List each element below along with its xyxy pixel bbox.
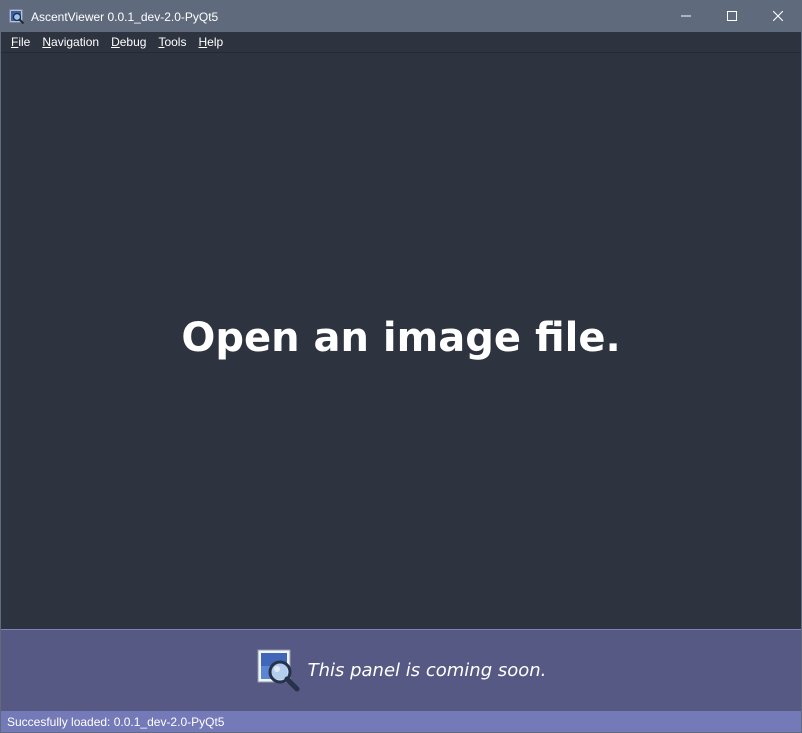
minimize-button[interactable] <box>663 1 709 32</box>
status-bar: Succesfully loaded: 0.0.1_dev-2.0-PyQt5 <box>1 711 801 732</box>
status-message: Succesfully loaded: 0.0.1_dev-2.0-PyQt5 <box>7 714 225 729</box>
menu-help-label: elp <box>207 35 224 49</box>
menu-file[interactable]: File <box>1 32 36 52</box>
maximize-icon <box>727 8 737 26</box>
window-controls <box>663 1 801 32</box>
menu-debug-mnemonic: D <box>111 35 120 49</box>
menu-bar: File Navigation Debug Tools Help <box>1 32 801 53</box>
image-viewer-icon <box>256 648 300 692</box>
close-button[interactable] <box>755 1 801 32</box>
menu-navigation-label: avigation <box>51 35 100 49</box>
minimize-icon <box>681 8 691 26</box>
menu-navigation[interactable]: Navigation <box>36 32 105 52</box>
image-view-area[interactable]: Open an image file. <box>1 53 801 629</box>
window-title: AscentViewer 0.0.1_dev-2.0-PyQt5 <box>31 9 219 24</box>
menu-debug[interactable]: Debug <box>105 32 152 52</box>
open-image-prompt: Open an image file. <box>181 315 621 361</box>
maximize-button[interactable] <box>709 1 755 32</box>
panel-message: This panel is coming soon. <box>307 660 547 681</box>
menu-tools[interactable]: Tools <box>152 32 192 52</box>
bottom-panel: This panel is coming soon. <box>1 629 801 711</box>
menu-help-mnemonic: H <box>198 35 208 49</box>
app-window: AscentViewer 0.0.1_dev-2.0-PyQt5 File Na… <box>0 0 802 733</box>
title-bar[interactable]: AscentViewer 0.0.1_dev-2.0-PyQt5 <box>1 1 801 32</box>
menu-file-label: ile <box>18 35 31 49</box>
menu-tools-label: ools <box>164 35 187 49</box>
menu-debug-label: ebug <box>119 35 147 49</box>
menu-help[interactable]: Help <box>192 32 229 52</box>
menu-navigation-mnemonic: N <box>42 35 52 49</box>
close-icon <box>772 8 784 26</box>
app-logo-icon <box>9 9 25 25</box>
